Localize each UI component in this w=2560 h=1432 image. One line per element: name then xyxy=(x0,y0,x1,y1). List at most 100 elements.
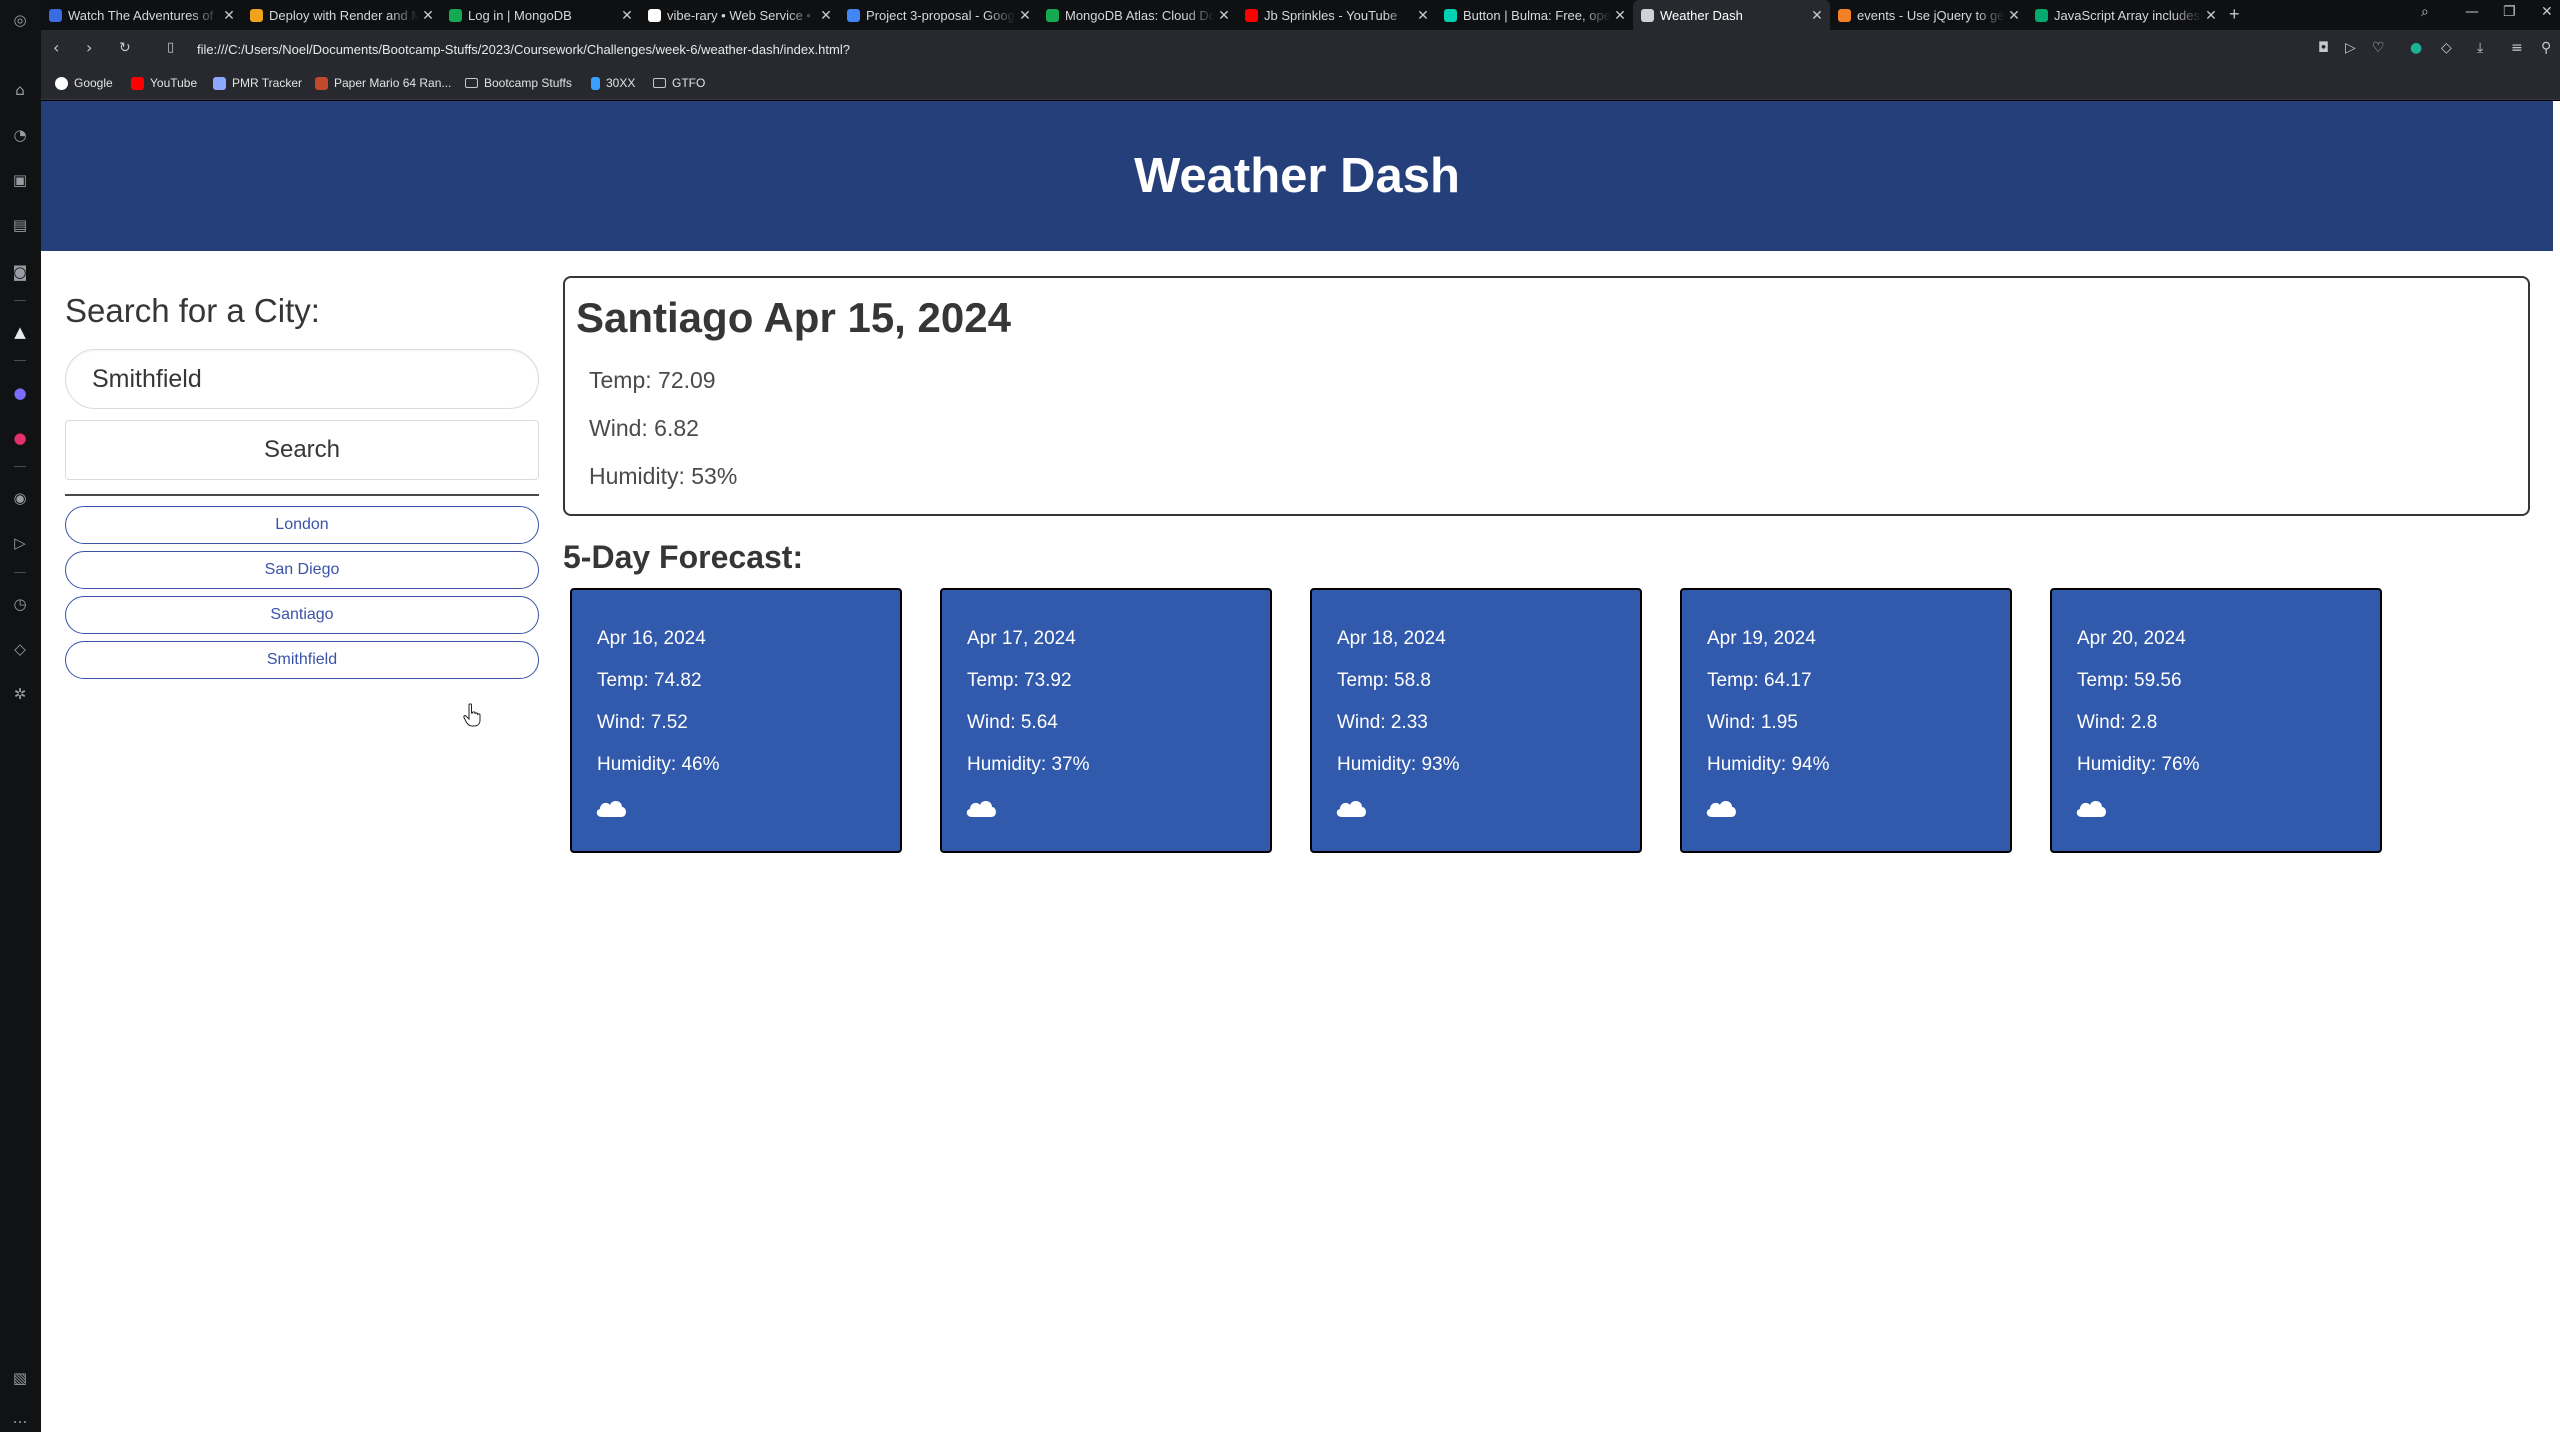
forecast-heading: 5-Day Forecast: xyxy=(563,539,804,575)
tab-close-icon[interactable]: ✕ xyxy=(2202,7,2220,24)
speed-dial-icon[interactable]: ◔ xyxy=(10,125,30,145)
browser-tab[interactable]: JavaScript Array includes() | ✕ xyxy=(2027,0,2224,30)
tab-close-icon[interactable]: ✕ xyxy=(1215,7,1233,24)
history-city-button[interactable]: Smithfield xyxy=(65,641,539,679)
scrollbar-track[interactable] xyxy=(2553,101,2560,1432)
tab-label: MongoDB Atlas: Cloud Doc xyxy=(1065,7,1215,23)
close-window-icon[interactable]: ✕ xyxy=(2541,4,2553,20)
tab-label: JavaScript Array includes() | xyxy=(2054,7,2202,23)
instagram-icon[interactable]: ◙ xyxy=(10,262,30,282)
twitch-icon[interactable]: ▤ xyxy=(10,215,30,235)
sidebar-separator xyxy=(14,466,26,467)
tab-close-icon[interactable]: ✕ xyxy=(1808,7,1826,24)
browser-tab[interactable]: Deploy with Render and M ✕ xyxy=(242,0,441,30)
browser-logo-icon[interactable]: ◎ xyxy=(10,10,30,30)
tab-close-icon[interactable]: ✕ xyxy=(419,7,437,24)
tab-close-icon[interactable]: ✕ xyxy=(1016,7,1034,24)
tab-close-icon[interactable]: ✕ xyxy=(1414,7,1432,24)
browser-tab[interactable]: Jb Sprinkles - YouTube ✕ xyxy=(1237,0,1436,30)
pin-icon[interactable]: ▲ xyxy=(10,322,30,342)
cube-icon[interactable]: ◇ xyxy=(2441,40,2452,56)
tab-close-icon[interactable]: ✕ xyxy=(1611,7,1629,24)
forecast-date: Apr 16, 2024 xyxy=(597,628,706,649)
bookmark-30xx[interactable]: 30XX xyxy=(591,76,635,90)
reload-icon[interactable]: ↻ xyxy=(119,40,131,56)
search-history-list: London San Diego Santiago Smithfield xyxy=(65,506,539,679)
browser-tab[interactable]: vibe-rary • Web Service • R ✕ xyxy=(640,0,839,30)
settings-icon[interactable]: ✲ xyxy=(10,684,30,704)
browser-tab[interactable]: Project 3-proposal - Googl ✕ xyxy=(839,0,1038,30)
bookmark-paper-mario[interactable]: Paper Mario 64 Ran... xyxy=(315,76,451,90)
search-tabs-icon[interactable]: ⌕ xyxy=(2421,4,2429,20)
tab-favicon-icon xyxy=(1444,8,1457,22)
forecast-temp: Temp: 64.17 xyxy=(1707,670,1812,691)
tab-label: events - Use jQuery to get xyxy=(1857,7,2005,23)
more-icon[interactable]: … xyxy=(10,1408,30,1428)
bookmark-label: PMR Tracker xyxy=(232,76,303,90)
tab-close-icon[interactable]: ✕ xyxy=(2005,7,2023,24)
history-city-button[interactable]: San Diego xyxy=(65,551,539,589)
download-icon[interactable]: ⤓ xyxy=(2477,40,2483,56)
browser-tab[interactable]: Button | Bulma: Free, open ✕ xyxy=(1436,0,1633,30)
forecast-temp: Temp: 74.82 xyxy=(597,670,702,691)
new-tab-icon[interactable]: + xyxy=(2229,4,2240,25)
tab-bar: Watch The Adventures of J ✕ Deploy with … xyxy=(41,0,2560,30)
forecast-date: Apr 20, 2024 xyxy=(2077,628,2186,649)
back-icon[interactable]: ‹ xyxy=(53,38,59,57)
bookmark-folder-gtfo[interactable]: GTFO xyxy=(653,76,705,90)
browser-tab[interactable]: Log in | MongoDB ✕ xyxy=(441,0,640,30)
tab-close-icon[interactable]: ✕ xyxy=(220,7,238,24)
tab-favicon-icon xyxy=(250,8,263,22)
browser-tab[interactable]: events - Use jQuery to get ✕ xyxy=(1830,0,2027,30)
forecast-humidity: Humidity: 94% xyxy=(1707,754,1830,775)
history-city-button[interactable]: Santiago xyxy=(65,596,539,634)
player-icon[interactable]: ◉ xyxy=(10,488,30,508)
heart-icon[interactable]: ♡ xyxy=(2372,40,2385,56)
hand-cursor-icon xyxy=(463,703,481,727)
tab-close-icon[interactable]: ✕ xyxy=(817,7,835,24)
bookmark-pmr-tracker[interactable]: PMR Tracker xyxy=(213,76,302,90)
bookmark-label: 30XX xyxy=(606,76,636,90)
cloud-icon xyxy=(596,801,626,817)
messenger-icon[interactable]: ● xyxy=(10,383,30,403)
tab-close-icon[interactable]: ✕ xyxy=(618,7,636,24)
city-search-input[interactable] xyxy=(65,349,539,409)
history-icon[interactable]: ◷ xyxy=(10,594,30,614)
instagram-color-icon[interactable]: ● xyxy=(10,428,30,448)
forecast-card: Apr 16, 2024 Temp: 74.82 Wind: 7.52 Humi… xyxy=(570,588,902,853)
current-temp: Temp: 72.09 xyxy=(589,367,716,393)
file-icon[interactable]: ▯ xyxy=(167,40,174,55)
wallpaper-icon[interactable]: ▧ xyxy=(10,1368,30,1388)
menu-icon[interactable]: ≡ xyxy=(2511,40,2523,56)
gamepad-icon[interactable]: ⌂ xyxy=(10,80,30,100)
minimize-icon[interactable]: — xyxy=(2465,4,2479,20)
send-icon[interactable]: ▷ xyxy=(10,533,30,553)
forecast-temp: Temp: 59.56 xyxy=(2077,670,2182,691)
forecast-temp: Temp: 73.92 xyxy=(967,670,1072,691)
forecast-card: Apr 18, 2024 Temp: 58.8 Wind: 2.33 Humid… xyxy=(1310,588,1642,853)
history-city-button[interactable]: London xyxy=(65,506,539,544)
restore-icon[interactable]: ❐ xyxy=(2503,4,2516,20)
tab-label: Button | Bulma: Free, open xyxy=(1463,7,1611,23)
cube-icon[interactable]: ◇ xyxy=(10,639,30,659)
tab-favicon-icon xyxy=(1245,8,1258,22)
profile-icon[interactable]: ⚲ xyxy=(2541,40,2551,56)
browser-sidebar: ◎ ⌂ ◔ ▣ ▤ ◙ ▲ ● ● ◉ ▷ ◷ ◇ ✲ ▧ … xyxy=(0,0,41,1432)
camera-icon[interactable]: ◘ xyxy=(2318,40,2329,56)
url-field[interactable]: file:///C:/Users/Noel/Documents/Bootcamp… xyxy=(197,42,850,57)
current-weather-card: Santiago Apr 15, 2024 Temp: 72.09 Wind: … xyxy=(563,276,2530,516)
tab-favicon-icon xyxy=(49,8,62,22)
forward-icon[interactable]: › xyxy=(86,38,92,57)
bookmark-youtube[interactable]: YouTube xyxy=(131,76,197,90)
browser-tab[interactable]: Watch The Adventures of J ✕ xyxy=(41,0,242,30)
bag-icon[interactable]: ▣ xyxy=(10,170,30,190)
search-button[interactable]: Search xyxy=(65,420,539,480)
tab-favicon-icon xyxy=(648,8,661,22)
browser-tab-active[interactable]: Weather Dash ✕ xyxy=(1633,0,1830,30)
bookmark-google[interactable]: Google xyxy=(55,76,113,90)
bookmark-folder-bootcamp[interactable]: Bootcamp Stuffs xyxy=(465,76,572,90)
tab-label: Log in | MongoDB xyxy=(468,7,572,23)
send-icon[interactable]: ▷ xyxy=(2345,40,2356,56)
browser-tab[interactable]: MongoDB Atlas: Cloud Doc ✕ xyxy=(1038,0,1237,30)
extension-icon[interactable]: ● xyxy=(2410,40,2422,56)
